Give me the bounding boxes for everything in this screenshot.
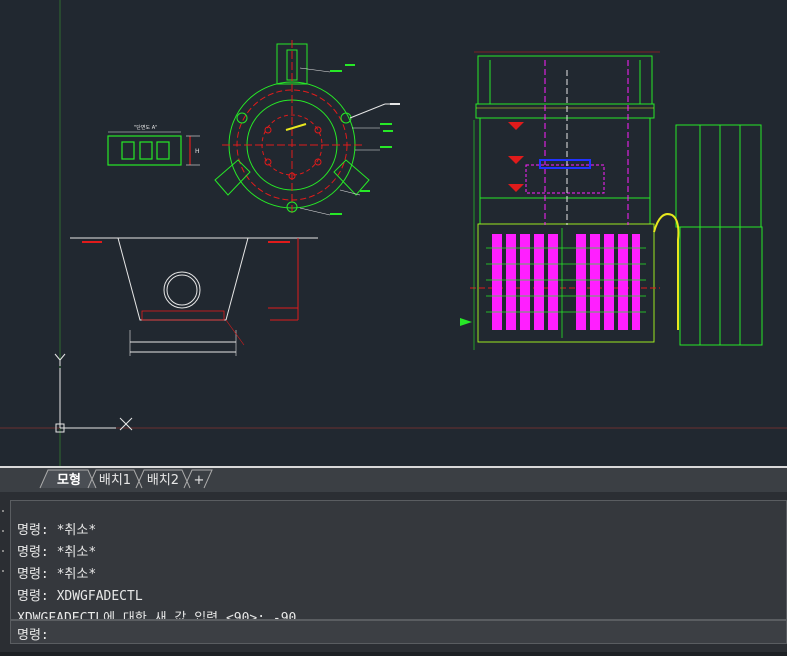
command-window-grip[interactable] — [0, 500, 8, 620]
tab-layout2[interactable]: 배치2 — [142, 470, 184, 491]
command-window: 명령: *취소* 명령: *취소* 명령: *취소* 명령: XDWGFADEC… — [0, 492, 787, 656]
history-line: XDWGFADECTL에 대한 새 값 입력 <90>: -90 — [17, 611, 297, 620]
add-layout-tab[interactable]: + — [190, 470, 208, 491]
layout-tab-bar: 모형 배치1 배치2 + — [0, 466, 787, 492]
history-line: 명령: *취소* — [17, 567, 97, 582]
history-line: 명령: *취소* — [17, 523, 97, 538]
ucs-icon — [54, 353, 133, 433]
history-line: 명령: *취소* — [17, 545, 97, 560]
trench-section-drawing — [70, 237, 318, 356]
command-prompt: 명령: — [17, 628, 49, 643]
model-space-canvas[interactable]: "단면도 A" H — [0, 0, 787, 466]
plan-callout-tags — [330, 64, 400, 215]
history-line: 명령: XDWGFADECTL — [17, 589, 143, 604]
status-strip — [0, 652, 787, 656]
circular-plan-drawing — [214, 40, 400, 216]
dim-label: H — [195, 148, 200, 155]
command-input[interactable]: 명령: — [10, 620, 787, 644]
drawing-svg: "단면도 A" H — [0, 0, 787, 466]
tab-layout1[interactable]: 배치1 — [94, 470, 136, 491]
section-block-drawing — [107, 131, 200, 166]
section-label: "단면도 A" — [134, 124, 157, 131]
command-history[interactable]: 명령: *취소* 명령: *취소* 명령: *취소* 명령: XDWGFADEC… — [10, 500, 787, 620]
tab-model[interactable]: 모형 — [52, 470, 86, 491]
